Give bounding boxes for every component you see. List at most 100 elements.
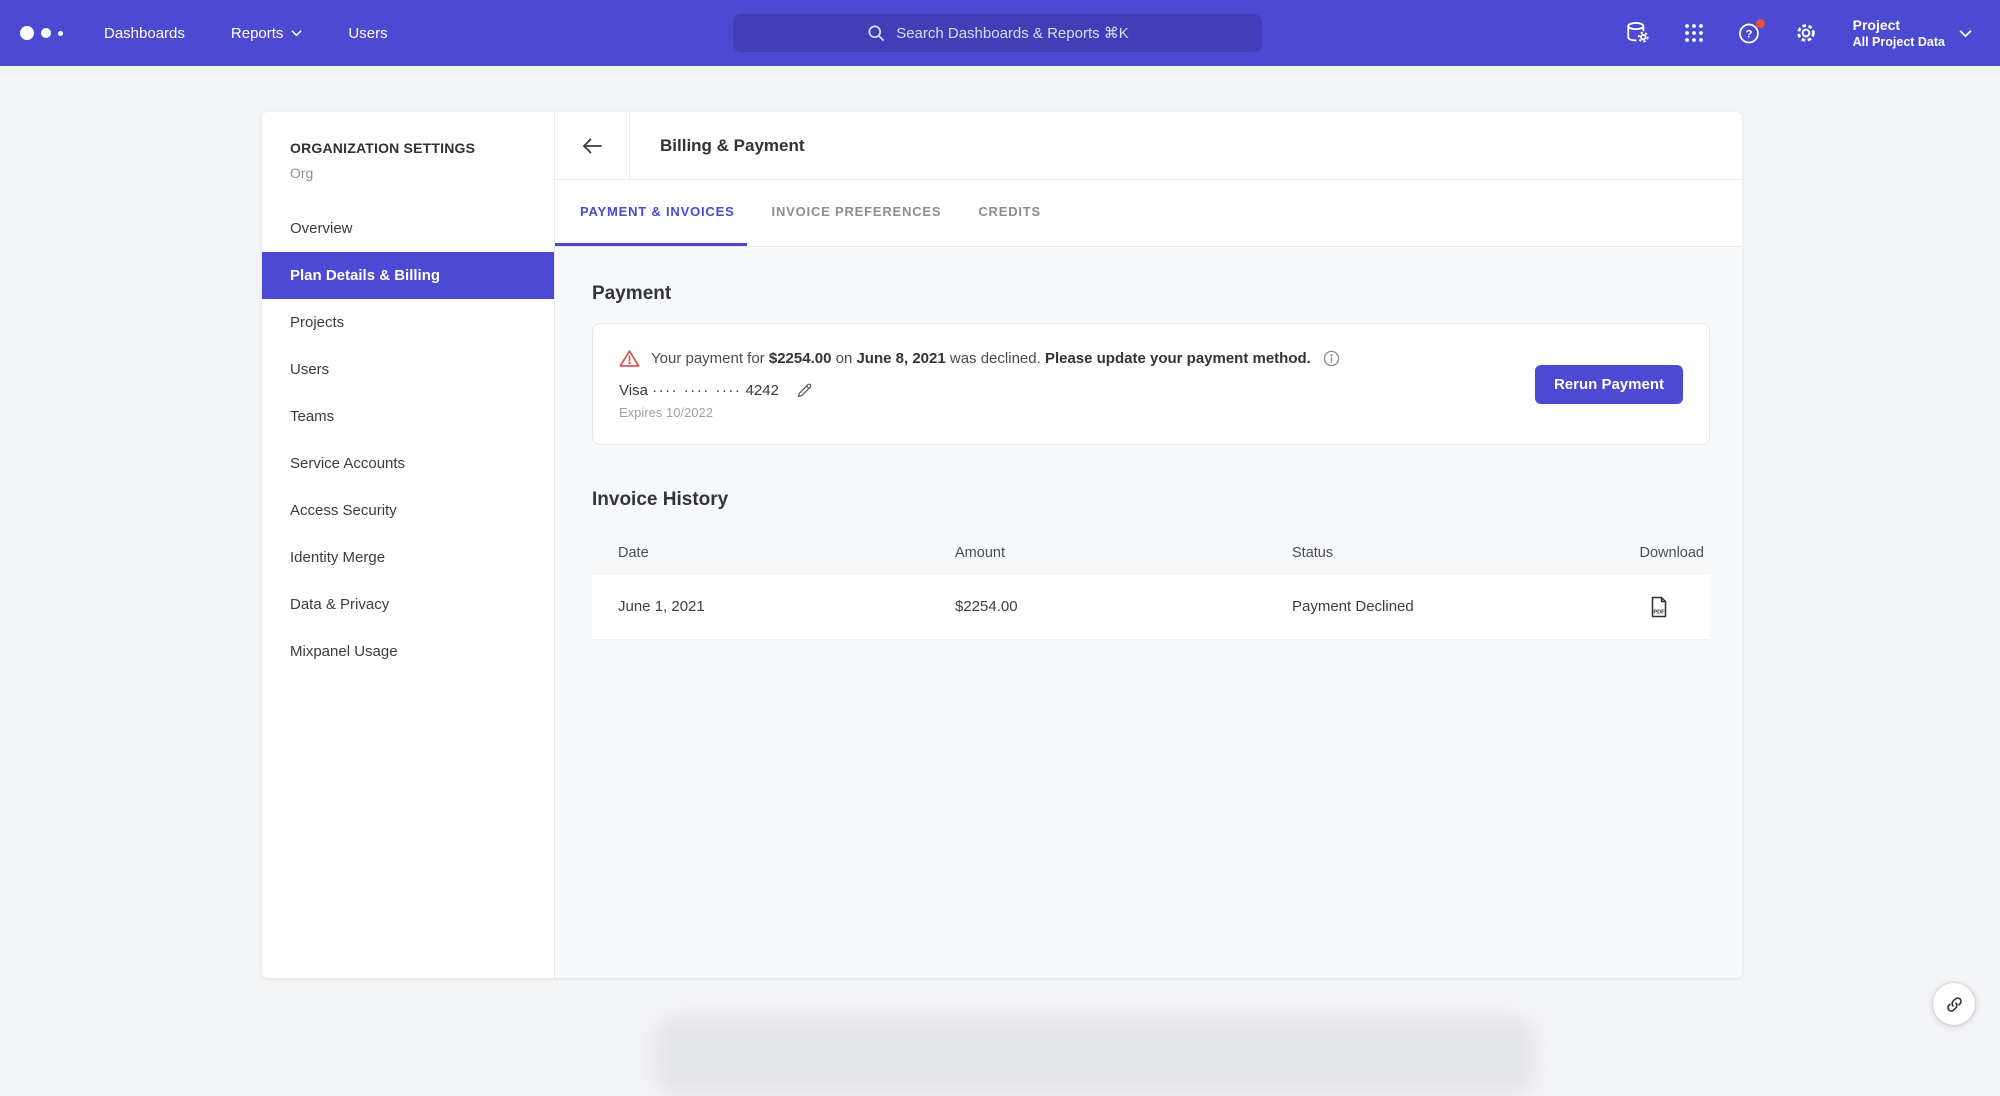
apps-grid-button[interactable] (1681, 20, 1707, 46)
mixpanel-logo-icon[interactable] (20, 26, 80, 40)
arrow-left-icon (581, 137, 603, 155)
tab-label: PAYMENT & INVOICES (580, 204, 735, 219)
page-header: Billing & Payment (555, 112, 1742, 180)
invoice-table: Date Amount Status Download June 1, 2021… (592, 533, 1710, 640)
card-expiry: Expires 10/2022 (619, 405, 1341, 420)
chevron-down-icon (1959, 29, 1972, 38)
nav-item-label: Users (348, 25, 387, 42)
sidebar-item-label: Mixpanel Usage (290, 643, 398, 660)
invoice-table-row: June 1, 2021 $2254.00 Payment Declined P… (592, 573, 1710, 640)
sidebar-item-label: Data & Privacy (290, 596, 389, 613)
sidebar-org-name: Org (262, 165, 554, 181)
alert-text: Your payment for $2254.00 on June 8, 202… (651, 350, 1311, 367)
sidebar-item-overview[interactable]: Overview (262, 205, 554, 252)
database-gear-icon (1625, 20, 1651, 46)
card-on-file: Visa ···· ···· ···· 4242 (619, 381, 1341, 400)
invoice-history-heading: Invoice History (592, 489, 1710, 511)
nav-item-label: Dashboards (104, 25, 185, 42)
back-button[interactable] (555, 112, 630, 180)
sidebar-item-label: Access Security (290, 502, 397, 519)
search-input[interactable]: Search Dashboards & Reports ⌘K (733, 14, 1262, 52)
card-last4: 4242 (746, 382, 779, 399)
billing-content: Payment Your payment for $2254.00 on J (555, 247, 1742, 978)
gear-icon (1793, 20, 1819, 46)
bottom-panel-shadow (655, 1016, 1535, 1096)
sidebar-item-data-privacy[interactable]: Data & Privacy (262, 581, 554, 628)
alert-action-text: Please update your payment method. (1045, 350, 1311, 367)
settings-panel: ORGANIZATION SETTINGS Org Overview Plan … (262, 112, 1742, 978)
alert-text-suffix: was declined. (946, 350, 1045, 367)
grid-dots-icon (1682, 21, 1706, 45)
search-icon (866, 23, 886, 43)
invoice-table-header: Date Amount Status Download (592, 533, 1710, 573)
payment-card-details: Your payment for $2254.00 on June 8, 202… (619, 349, 1341, 420)
nav-item-users[interactable]: Users (348, 25, 387, 42)
nav-item-reports[interactable]: Reports (231, 25, 303, 42)
pencil-icon (795, 381, 814, 400)
settings-button[interactable] (1793, 20, 1819, 46)
card-brand: Visa (619, 382, 648, 399)
invoice-history-section: Invoice History Date Amount Status Downl… (592, 489, 1710, 640)
rerun-payment-button[interactable]: Rerun Payment (1535, 365, 1683, 404)
tab-invoice-preferences[interactable]: INVOICE PREFERENCES (760, 180, 954, 246)
warning-triangle-icon (619, 349, 640, 368)
payment-card: Your payment for $2254.00 on June 8, 202… (592, 323, 1710, 445)
column-header-download: Download (1590, 545, 1710, 561)
sidebar-item-label: Identity Merge (290, 549, 385, 566)
sidebar-item-label: Overview (290, 220, 353, 237)
column-header-date: Date (592, 545, 955, 561)
project-switcher[interactable]: Project All Project Data (1853, 16, 1972, 50)
svg-text:PDF: PDF (1653, 609, 1665, 615)
card-mask: ···· ···· ···· (652, 382, 741, 399)
chain-link-icon (1945, 995, 1964, 1014)
sidebar-item-label: Users (290, 361, 329, 378)
pdf-file-icon: PDF (1649, 596, 1669, 618)
page-title: Billing & Payment (660, 136, 805, 156)
download-pdf-button[interactable]: PDF (1649, 596, 1669, 618)
sidebar-item-access-security[interactable]: Access Security (262, 487, 554, 534)
sidebar-item-service-accounts[interactable]: Service Accounts (262, 440, 554, 487)
edit-card-button[interactable] (795, 381, 814, 400)
column-header-status: Status (1292, 545, 1590, 561)
sidebar-item-teams[interactable]: Teams (262, 393, 554, 440)
tab-label: CREDITS (978, 204, 1041, 219)
sidebar-item-label: Service Accounts (290, 455, 405, 472)
payment-section-heading: Payment (592, 283, 1710, 305)
tab-credits[interactable]: CREDITS (966, 180, 1053, 246)
chevron-down-icon (291, 29, 302, 37)
nav-item-dashboards[interactable]: Dashboards (104, 25, 185, 42)
nav-links: Dashboards Reports Users (104, 25, 388, 42)
billing-tabs: PAYMENT & INVOICES INVOICE PREFERENCES C… (555, 180, 1742, 247)
sidebar-item-plan-details-billing[interactable]: Plan Details & Billing (262, 252, 554, 299)
billing-main: Billing & Payment PAYMENT & INVOICES INV… (555, 112, 1742, 978)
sidebar-item-label: Projects (290, 314, 344, 331)
info-circle-icon[interactable] (1322, 349, 1341, 368)
sidebar-item-projects[interactable]: Projects (262, 299, 554, 346)
alert-text-prefix: Your payment for (651, 350, 769, 367)
sidebar-item-mixpanel-usage[interactable]: Mixpanel Usage (262, 628, 554, 675)
sidebar-item-label: Teams (290, 408, 334, 425)
top-navbar: Dashboards Reports Users Search Dashboar… (0, 0, 2000, 66)
search-placeholder: Search Dashboards & Reports ⌘K (896, 24, 1129, 42)
alert-text-mid: on (831, 350, 856, 367)
org-settings-sidebar: ORGANIZATION SETTINGS Org Overview Plan … (262, 112, 555, 978)
sidebar-item-users[interactable]: Users (262, 346, 554, 393)
alert-amount: $2254.00 (769, 350, 832, 367)
sidebar-item-identity-merge[interactable]: Identity Merge (262, 534, 554, 581)
alert-date: June 8, 2021 (856, 350, 945, 367)
invoice-date: June 1, 2021 (592, 598, 955, 615)
help-button[interactable]: ? (1737, 20, 1763, 46)
notification-badge (1756, 19, 1765, 28)
invoice-amount: $2254.00 (955, 598, 1292, 615)
navbar-right-actions: ? Project All Project Data (1625, 0, 1972, 66)
project-label: Project (1853, 16, 1945, 34)
project-value: All Project Data (1853, 34, 1945, 50)
column-header-amount: Amount (955, 545, 1292, 561)
tab-payment-invoices[interactable]: PAYMENT & INVOICES (555, 180, 747, 246)
tab-label: INVOICE PREFERENCES (772, 204, 942, 219)
data-management-button[interactable] (1625, 20, 1651, 46)
share-link-button[interactable] (1933, 983, 1975, 1025)
nav-item-label: Reports (231, 25, 284, 42)
svg-text:?: ? (1746, 28, 1753, 40)
sidebar-item-label: Plan Details & Billing (290, 267, 440, 284)
